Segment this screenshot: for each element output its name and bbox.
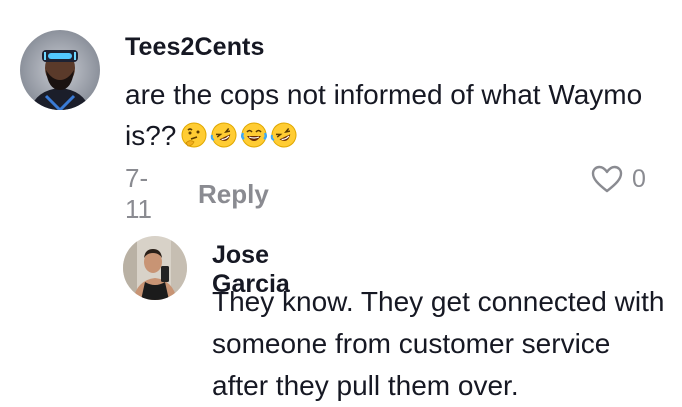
emoji-row <box>180 121 298 149</box>
like-count: 0 <box>632 164 646 193</box>
reply-text: They know. They get connected with someo… <box>212 286 665 401</box>
rofl-emoji <box>271 122 297 148</box>
joy-emoji <box>241 122 268 148</box>
like-button[interactable]: 0 <box>590 164 646 194</box>
avatar[interactable] <box>20 30 100 110</box>
thinking-face-emoji <box>181 122 207 148</box>
comment-text: are the cops not informed of what Waymo … <box>125 74 645 156</box>
avatar-image <box>20 30 100 110</box>
rofl-emoji <box>211 122 237 148</box>
avatar[interactable] <box>123 236 187 300</box>
reply-button[interactable]: Reply <box>198 179 269 210</box>
comment-meta: 7-11 Reply <box>125 163 269 225</box>
comment-date: 7-11 <box>125 163 152 224</box>
heart-icon <box>591 165 623 193</box>
comment-username[interactable]: Tees2Cents <box>125 33 265 62</box>
avatar-image <box>123 236 187 300</box>
